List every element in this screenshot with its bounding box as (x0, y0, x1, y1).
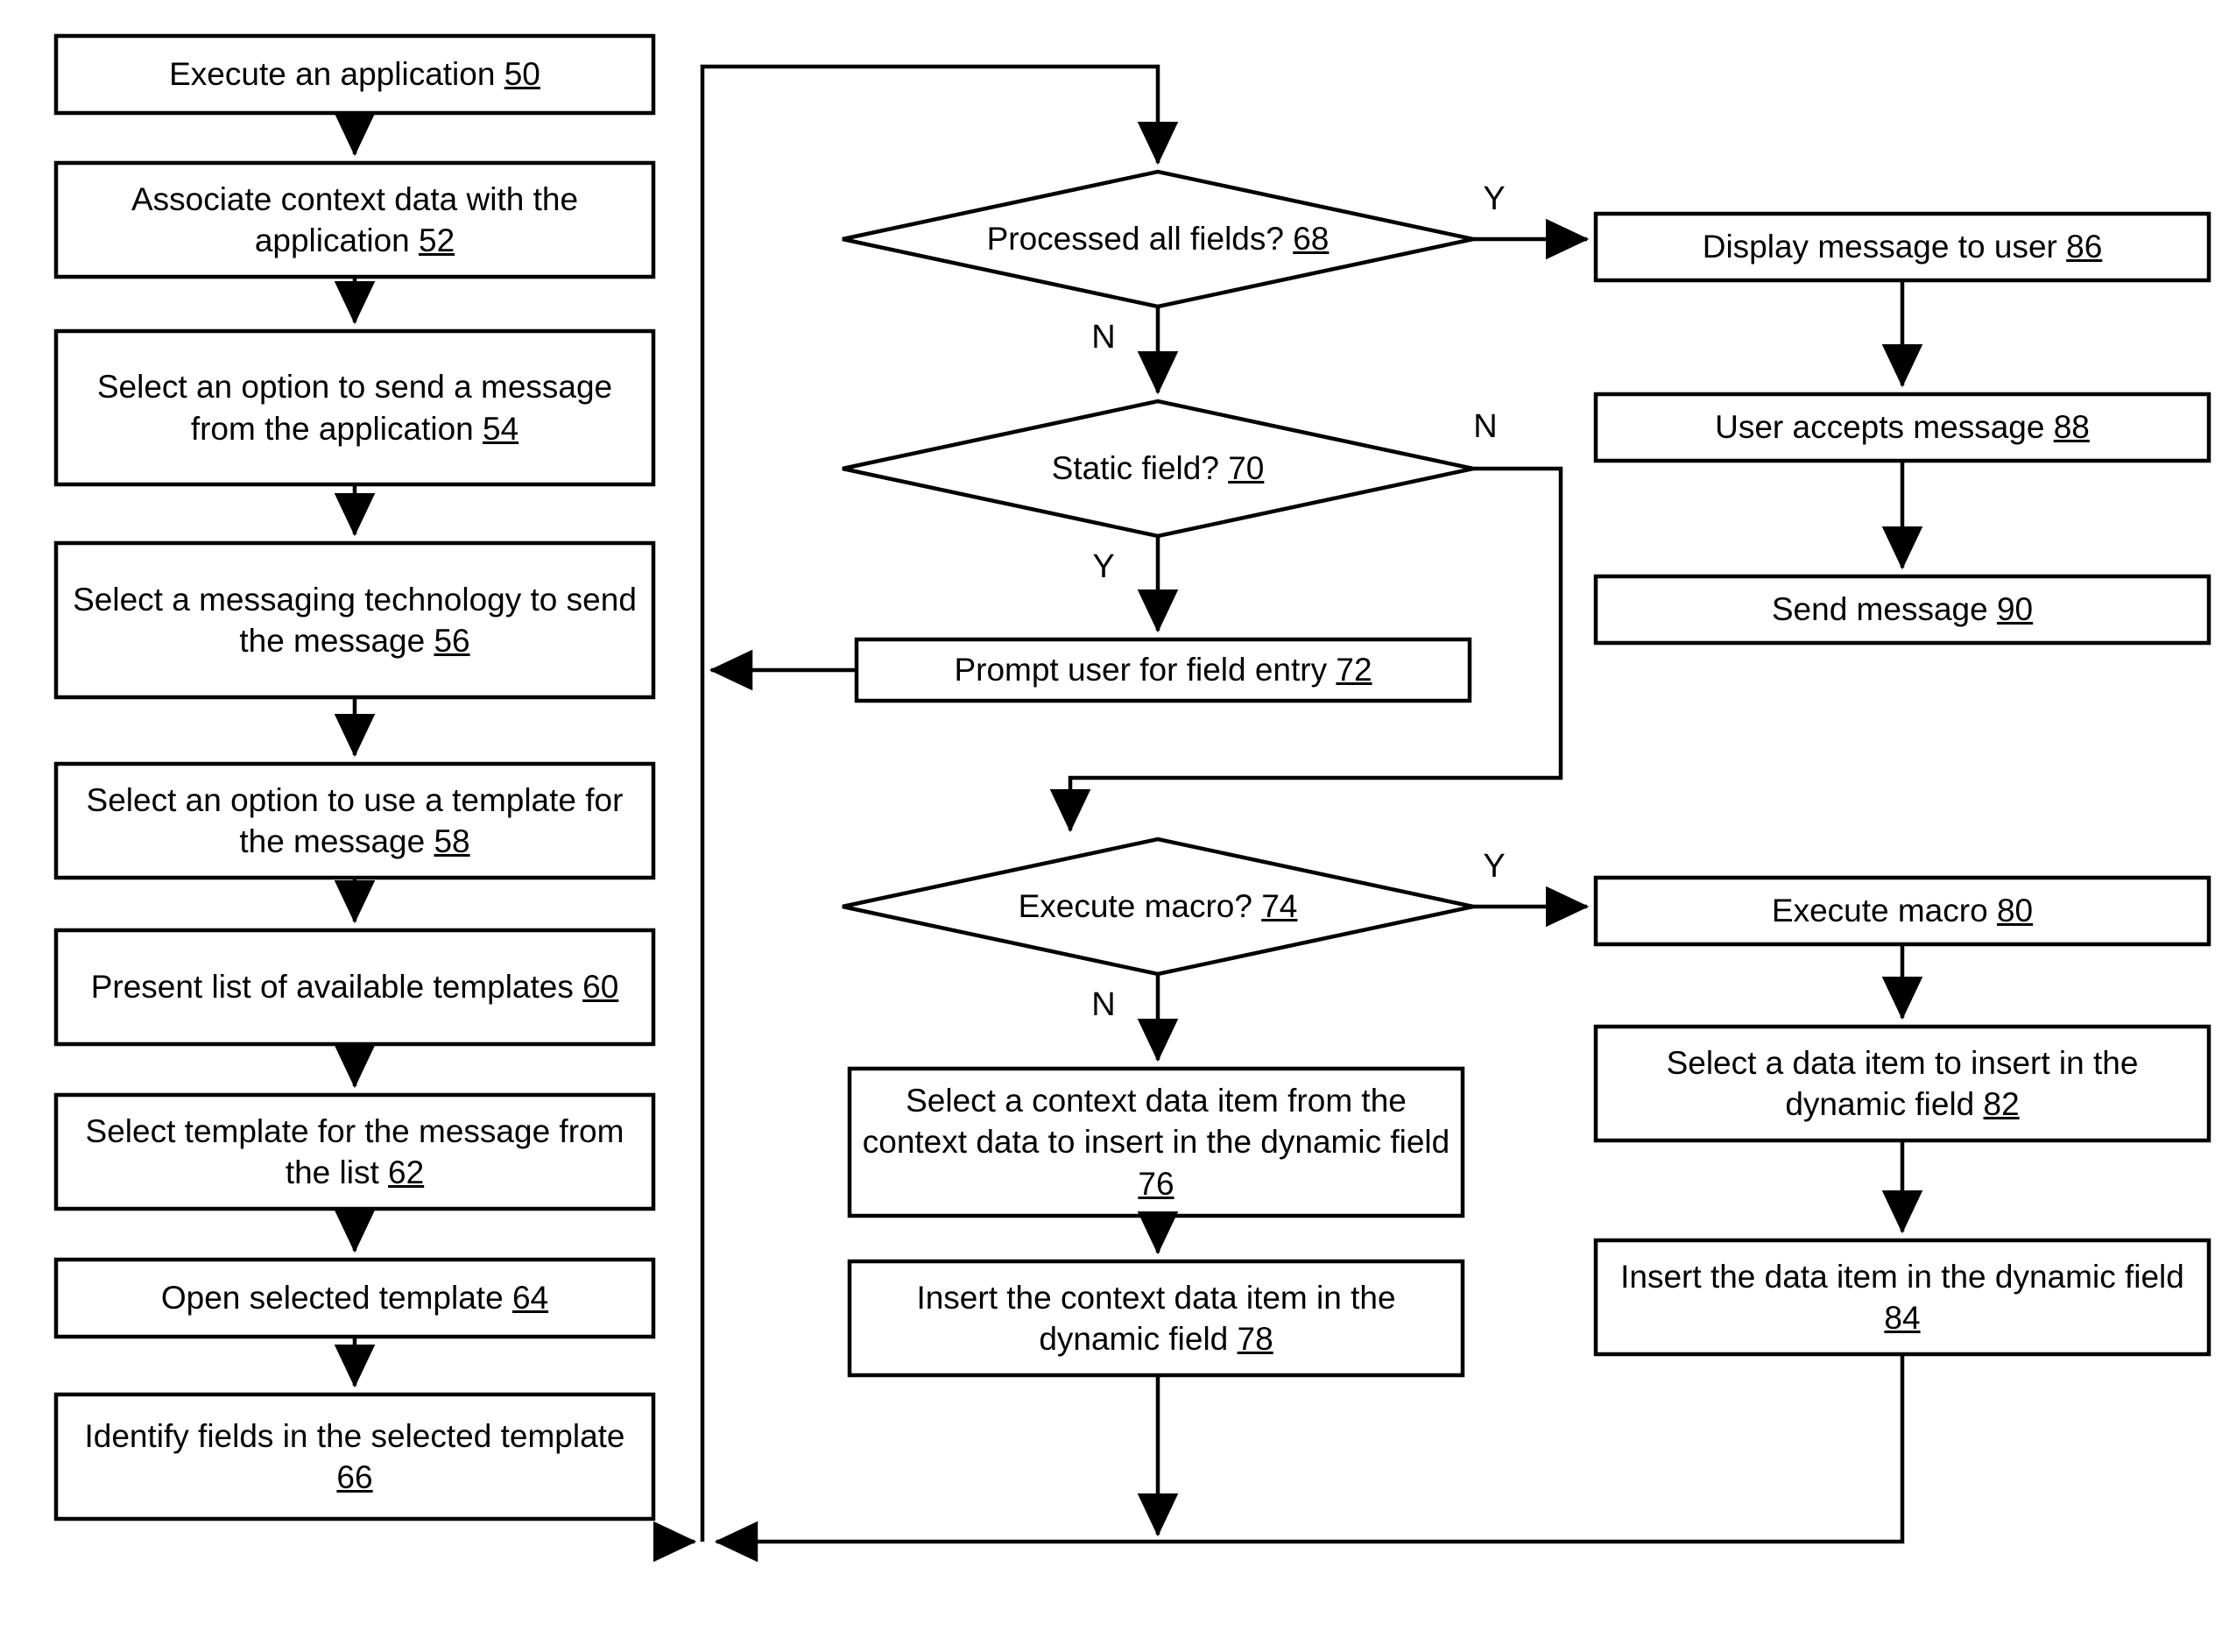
box-84 (1593, 1238, 2211, 1357)
flowchart-canvas: Execute an application 50 Associate cont… (0, 0, 2236, 1652)
box-86 (1593, 211, 2211, 283)
box-82 (1593, 1024, 2211, 1143)
box-80 (1593, 875, 2211, 947)
box-58 (53, 761, 656, 880)
edge-label-yes-68: Y (1483, 180, 1506, 217)
box-52 (53, 160, 656, 279)
box-60 (53, 928, 656, 1047)
box-72 (854, 637, 1472, 703)
edge-label-yes-74: Y (1483, 848, 1506, 885)
edge-label-yes-70: Y (1092, 548, 1115, 585)
box-66 (53, 1392, 656, 1521)
diamond-68 (842, 169, 1474, 309)
flowchart-connectors (53, 33, 2211, 1563)
box-90 (1593, 574, 2211, 646)
box-56 (53, 540, 656, 700)
box-64 (53, 1257, 656, 1339)
edge-84-rail (714, 1354, 1905, 1563)
box-50 (53, 33, 656, 116)
box-62 (53, 1092, 656, 1211)
box-78 (847, 1259, 1465, 1378)
box-88 (1593, 392, 2211, 463)
box-54 (53, 328, 656, 487)
edge-label-no-70: N (1473, 408, 1498, 445)
edge-label-no-68: N (1091, 319, 1116, 356)
edge-label-no-74: N (1091, 986, 1116, 1023)
box-76 (847, 1066, 1465, 1218)
diamond-74 (842, 837, 1474, 977)
diamond-70 (842, 399, 1474, 539)
